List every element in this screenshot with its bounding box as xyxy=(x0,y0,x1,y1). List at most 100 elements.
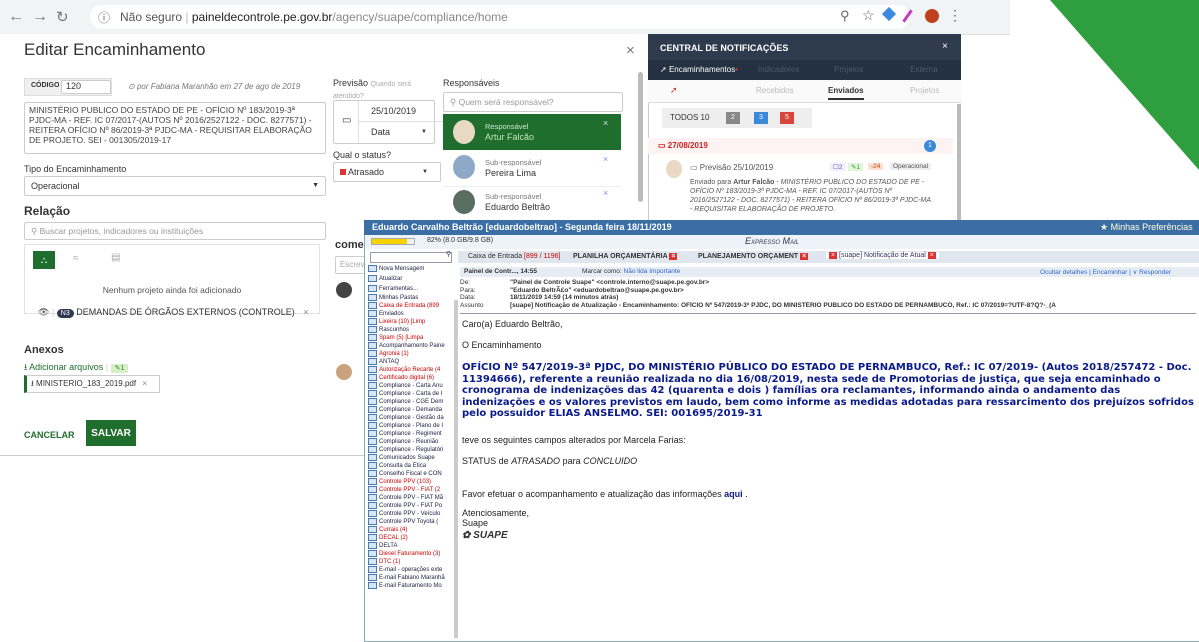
close-icon[interactable]: × xyxy=(626,42,635,59)
folder-item[interactable]: E-mail Faturamento Mo xyxy=(368,582,454,590)
folder-item[interactable]: Compliance - CGE Dem xyxy=(368,398,454,406)
tipo-select[interactable]: Operacional ▼ xyxy=(24,176,326,196)
remove-file-icon[interactable]: × xyxy=(142,379,147,388)
reload-icon[interactable]: ↻ xyxy=(56,8,69,26)
folder-item[interactable]: Diesel Faturamento (3) xyxy=(368,550,454,558)
folder-item[interactable]: Compliance - Regulatóri xyxy=(368,446,454,454)
folder-item[interactable]: Certificado digital (6) xyxy=(368,374,454,382)
sub-responsavel-item[interactable]: Sub-responsável Eduardo Beltrão × xyxy=(443,186,621,220)
sent-icon[interactable]: ➚ xyxy=(670,85,678,96)
previsao-date-input[interactable]: 25/10/2019 xyxy=(358,101,447,121)
folder-item[interactable]: Consulta da Ética xyxy=(368,462,454,470)
previsao-type-select[interactable]: Data ▼ xyxy=(358,121,447,143)
relacao-search-input[interactable]: ⚲ Buscar projetos, indicadores ou instit… xyxy=(24,222,326,240)
folder-item[interactable]: Compliance - Plano de I xyxy=(368,422,454,430)
mark-unread-link[interactable]: Não lida xyxy=(624,268,648,275)
folder-item[interactable]: Rascunhos xyxy=(368,326,454,334)
tab-inbox[interactable]: Caixa de Entrada [899 / 1196] xyxy=(468,253,561,260)
notification-item[interactable]: ▭ Previsão 25/10/2019 ☐2 ✎1 -24 Operacio… xyxy=(648,156,953,226)
folder-item[interactable]: Compliance - Carta Anu xyxy=(368,382,454,390)
folder-item[interactable]: Compliance - Carta de I xyxy=(368,390,454,398)
folder-item[interactable]: Autorização Recarte (4 xyxy=(368,366,454,374)
folder-item[interactable]: Controle PPV Toyota ( xyxy=(368,518,454,526)
folder-item[interactable]: Spam (5) [Limpa xyxy=(368,334,454,342)
tab-projetos[interactable]: Projetos xyxy=(834,65,863,74)
folder-item[interactable]: Compliance - Regiment xyxy=(368,430,454,438)
folder-item[interactable]: DELTA xyxy=(368,542,454,550)
subtab-projetos[interactable]: Projetos xyxy=(910,86,939,95)
folder-item[interactable]: Conselho Fiscal e CON xyxy=(368,470,454,478)
eye-icon[interactable]: 👁 xyxy=(38,307,49,317)
tab-indicadores[interactable]: Indicadores xyxy=(758,65,799,74)
folder-item[interactable]: E-mail Fabiano Maranhã xyxy=(368,574,454,582)
folder-item[interactable]: Agronia (1) xyxy=(368,350,454,358)
code-input[interactable]: 120 xyxy=(61,80,111,94)
add-files-link[interactable]: ⭳ Adicionar arquivos | ✎1 xyxy=(24,360,129,376)
folder-item[interactable]: Controle PPV - FIAT (2 xyxy=(368,486,454,494)
folder-item[interactable]: Controle PPV - Veículo xyxy=(368,510,454,518)
new-message-action[interactable]: Nova Mensagem xyxy=(368,264,454,274)
profile-avatar[interactable] xyxy=(925,9,939,23)
sub-responsavel-item[interactable]: Sub-responsável Pereira Lima × xyxy=(443,150,621,187)
responsavel-item[interactable]: Responsável Artur Falcão × xyxy=(443,114,621,150)
folder-item[interactable]: Compliance - Gestão da xyxy=(368,414,454,422)
folder-item[interactable]: DECAL (2) xyxy=(368,534,454,542)
mark-important-link[interactable]: Importante xyxy=(649,268,680,275)
refresh-action[interactable]: Atualizar xyxy=(368,274,454,284)
remove-tag-icon[interactable]: × xyxy=(303,307,308,317)
tab-planejamento[interactable]: PLANEJAMENTO ORÇAMENT × xyxy=(698,253,809,260)
scrollbar[interactable] xyxy=(638,72,643,202)
remove-icon[interactable]: × xyxy=(603,118,608,128)
folder-item[interactable]: Enviados xyxy=(368,310,454,318)
folder-item[interactable]: Controle PPV - FIAT Po xyxy=(368,502,454,510)
cancel-button[interactable]: CANCELAR xyxy=(24,430,75,440)
filter-count-red[interactable]: 5 xyxy=(780,112,794,124)
attachment-file-chip[interactable]: ⭳ MINISTERIO_183_2019.pdf × xyxy=(24,375,160,393)
description-textarea[interactable]: MINISTÉRIO PUBLICO DO ESTADO DE PE - OFÍ… xyxy=(24,102,326,154)
folder-item[interactable]: Currais (4) xyxy=(368,526,454,534)
tab-externa[interactable]: Externa xyxy=(910,65,938,74)
folder-item[interactable]: Compliance - Reunião xyxy=(368,438,454,446)
folder-item[interactable]: ANTAQ xyxy=(368,358,454,366)
folder-item[interactable]: Compliance - Demanda xyxy=(368,406,454,414)
subtab-enviados[interactable]: Enviados xyxy=(828,86,864,100)
folder-item[interactable]: Lixeira (10) [Limp xyxy=(368,318,454,326)
zoom-icon[interactable]: ⚲ xyxy=(840,8,850,24)
folder-item[interactable]: Controle PPV - FIAT Mã xyxy=(368,494,454,502)
filter-todos[interactable]: TODOS 10 xyxy=(670,113,709,122)
close-icon[interactable]: × xyxy=(669,253,678,260)
search-icon[interactable]: ⚲ xyxy=(446,250,451,258)
close-icon[interactable]: × xyxy=(829,252,838,259)
projects-tab-icon[interactable]: ⛬ xyxy=(33,251,55,269)
folder-item[interactable]: Controle PPV (103) xyxy=(368,478,454,486)
tab-notification[interactable]: × [suape] Notificação de Atual × xyxy=(826,252,939,259)
responsaveis-search-input[interactable]: ⚲ Quem será responsável? xyxy=(443,92,623,112)
close-icon[interactable]: × xyxy=(927,252,936,259)
folder-item[interactable]: Acompanhamento Paine xyxy=(368,342,454,350)
remove-icon[interactable]: × xyxy=(603,154,608,164)
close-icon[interactable]: × xyxy=(800,253,809,260)
message-actions[interactable]: Ocultar detalhes | Encaminhar | ∨ Respon… xyxy=(1040,268,1171,276)
scrollbar[interactable] xyxy=(957,104,961,220)
folder-item[interactable]: Comunicados Suape xyxy=(368,454,454,462)
tab-planilha[interactable]: PLANILHA ORÇAMENTÁRIA × xyxy=(573,253,678,260)
status-select[interactable]: Atrasado ▼ xyxy=(333,162,441,182)
institutions-tab-icon[interactable]: ▤ xyxy=(111,252,120,263)
filter-count-grey[interactable]: 2 xyxy=(726,112,740,124)
folder-item[interactable]: Minhas Pastas xyxy=(368,294,454,302)
indicators-tab-icon[interactable]: ≈ xyxy=(73,253,79,264)
forward-icon[interactable]: → xyxy=(32,8,48,26)
mail-search-input[interactable] xyxy=(370,252,452,263)
folder-item[interactable]: E-mail - operações exte xyxy=(368,566,454,574)
sidebar-scrollbar[interactable] xyxy=(454,300,458,638)
bookmark-star-icon[interactable]: ☆ xyxy=(862,7,875,24)
folder-item[interactable]: Caixa de Entrada (899 xyxy=(368,302,454,310)
save-button[interactable]: SALVAR xyxy=(86,420,136,446)
filter-count-blue[interactable]: 3 xyxy=(754,112,768,124)
back-icon[interactable]: ← xyxy=(8,8,24,26)
tools-action[interactable]: Ferramentas... xyxy=(368,284,454,294)
preferences-link[interactable]: ★ Minhas Preferências xyxy=(1100,222,1193,233)
tab-encaminhamentos[interactable]: ➚ Encaminhamentos• xyxy=(660,65,738,74)
menu-dots-icon[interactable]: ⋮ xyxy=(948,7,962,24)
remove-icon[interactable]: × xyxy=(603,188,608,198)
